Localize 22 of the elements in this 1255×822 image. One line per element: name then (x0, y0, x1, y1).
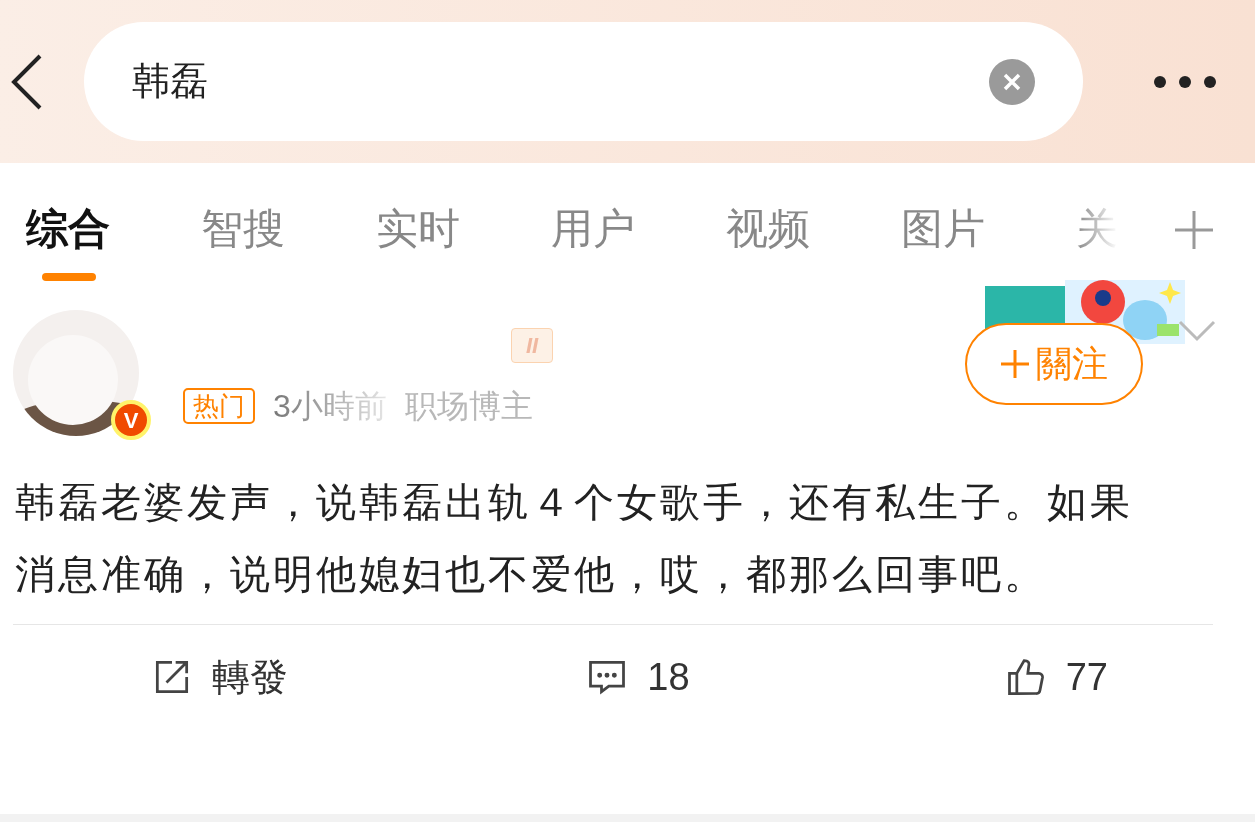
clear-icon[interactable] (989, 58, 1035, 105)
tab[interactable]: 智搜 (201, 203, 285, 255)
add-icon[interactable] (1173, 209, 1215, 251)
plus-icon (1000, 349, 1030, 379)
more-icon[interactable] (1153, 74, 1217, 89)
follow-button[interactable]: 關注 (965, 323, 1143, 405)
search-field[interactable]: 韩磊 (84, 22, 1083, 141)
tab[interactable]: 用户 (551, 203, 635, 255)
comment-button[interactable]: 18 (418, 648, 837, 706)
tab[interactable]: 视频 (726, 203, 810, 255)
search-query: 韩磊 (132, 59, 208, 104)
tab-indicator (42, 273, 96, 281)
post-text: 韩磊老婆发声，说韩磊出轨４个女歌手，还有私生子。如果消息准确，说明他媳妇也不爱他，哎，都那么回事吧。 (14, 479, 1134, 598)
level-badge: II (511, 327, 554, 363)
tab[interactable]: 综合 (26, 203, 110, 255)
tab[interactable]: 实时 (376, 203, 460, 255)
hot-tag: 热门 (183, 388, 255, 424)
like-button[interactable]: 77 (836, 648, 1255, 706)
tab[interactable]: 图片 (901, 203, 985, 255)
repost-button[interactable]: 轉發 (0, 648, 419, 706)
category-tag: 职场博主 (404, 382, 533, 430)
verified-badge: V (111, 400, 151, 440)
